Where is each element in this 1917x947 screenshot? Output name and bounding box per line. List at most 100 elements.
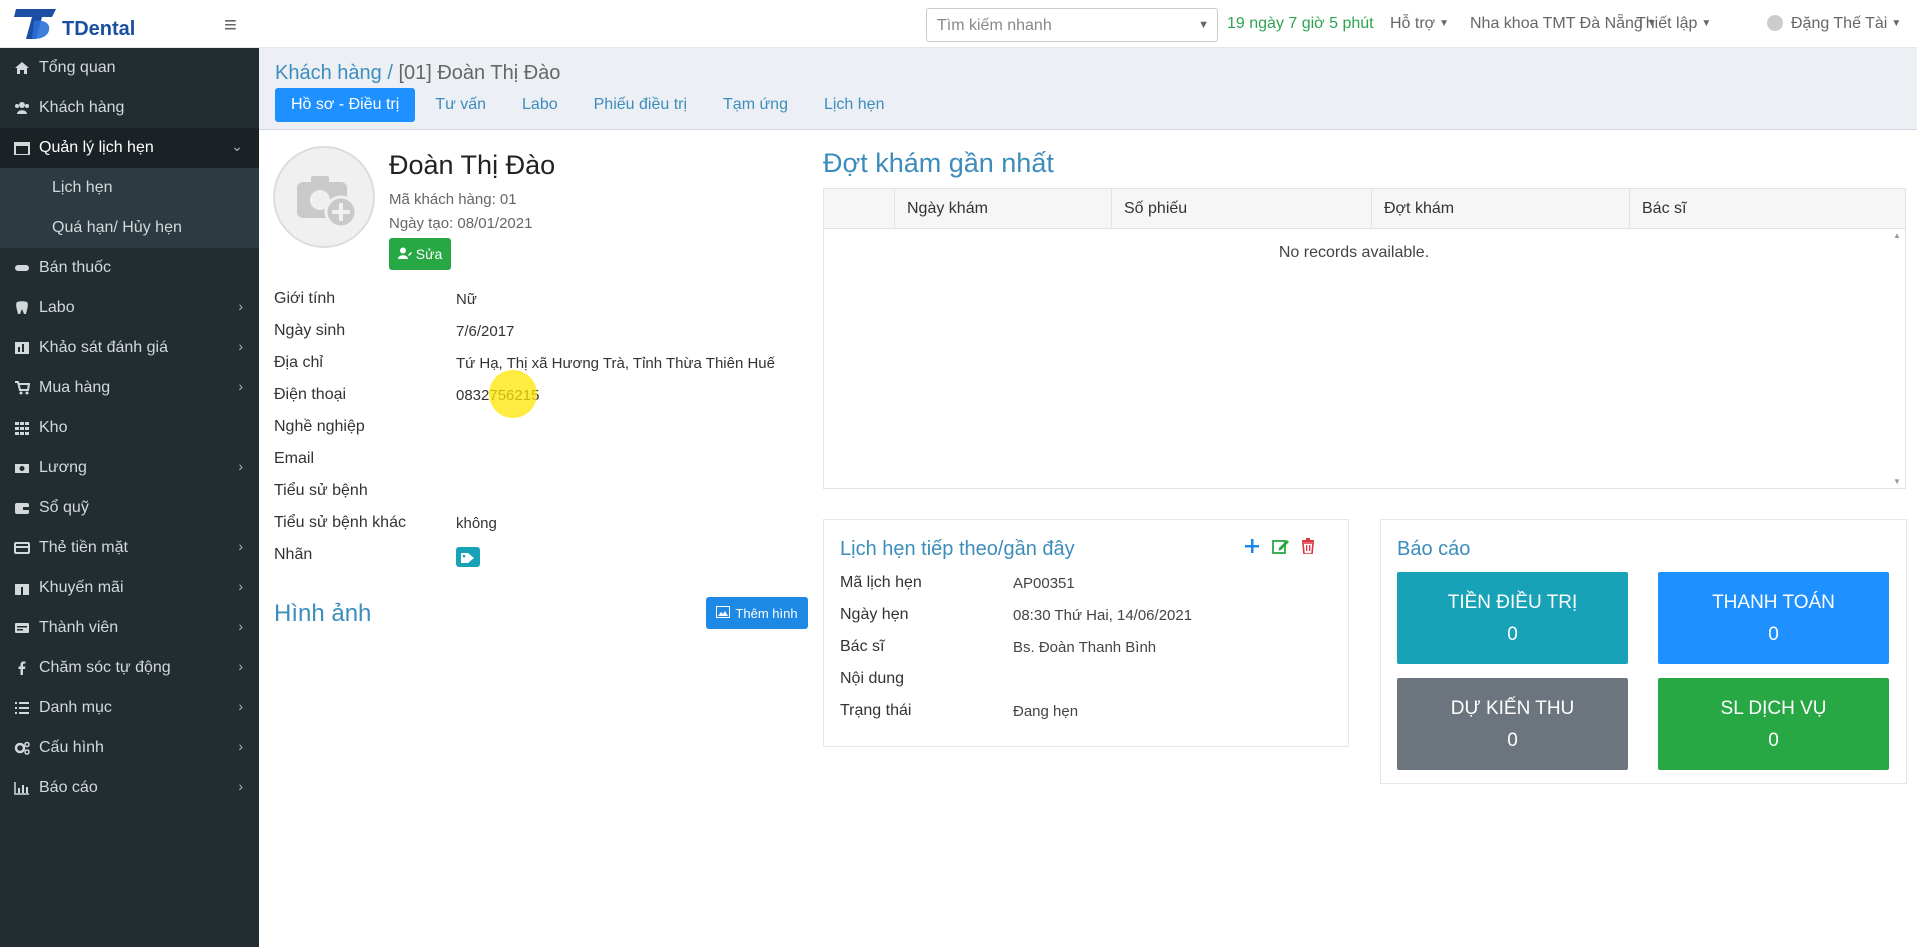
tag-button[interactable] [456,547,480,567]
tab-profile-treatment[interactable]: Hồ sơ - Điều trị [275,88,416,122]
sidebar-item-customers[interactable]: Khách hàng [0,88,259,128]
sidebar-item-dashboard[interactable]: Tổng quan [0,48,259,88]
field-label-address: Địa chỉ [274,354,323,371]
stat-card-treatment-amount[interactable]: TIỀN ĐIỀU TRỊ 0 [1397,572,1628,664]
sidebar-item-label: Lương [39,459,87,476]
stat-value: 0 [1768,624,1779,645]
brand-logo[interactable]: TDental [12,5,252,43]
stat-value: 0 [1507,730,1518,751]
sidebar-item-promotions[interactable]: Khuyến mãi › [0,568,259,608]
cogs-icon [14,741,30,755]
sidebar-item-purchasing[interactable]: Mua hàng › [0,368,259,408]
breadcrumb-customers-link[interactable]: Khách hàng / [275,62,393,84]
chevron-right-icon: › [238,658,243,674]
field-value-other-history: không [456,515,497,532]
sidebar-item-auto-care[interactable]: Chăm sóc tự động › [0,648,259,688]
sidebar-item-label: Sổ quỹ [39,499,89,516]
latest-visit-table: Ngày khám Số phiếu Đợt khám Bác sĩ No re… [823,188,1906,489]
sidebar-item-labo[interactable]: Labo › [0,288,259,328]
sidebar-item-cash-card[interactable]: Thẻ tiền mặt › [0,528,259,568]
field-label-other-history: Tiểu sử bệnh khác [274,514,406,531]
sidebar-item-catalog[interactable]: Danh mục › [0,688,259,728]
content-header: Khách hàng / [01] Đoàn Thị Đào Hồ sơ - Đ… [259,48,1917,130]
column-header-visit[interactable]: Đợt khám [1371,189,1629,229]
add-image-button[interactable]: Thêm hình [706,597,808,629]
card-icon [14,541,30,555]
delete-appointment-icon[interactable] [1301,538,1315,559]
chevron-right-icon: › [238,298,243,314]
sidebar-item-survey[interactable]: Khảo sát đánh giá › [0,328,259,368]
gift-icon [14,581,30,595]
chevron-right-icon: › [238,378,243,394]
tab-labo[interactable]: Labo [506,88,574,122]
sidebar-item-label: Khảo sát đánh giá [39,339,168,356]
user-name: Đặng Thế Tài [1791,15,1888,32]
sidebar-item-appointments[interactable]: Quản lý lịch hẹn ⌄ [0,128,259,168]
sidebar-submenu: Lịch hẹn Quá hạn/ Hủy hẹn [0,168,259,248]
sidebar-item-overdue-cancelled[interactable]: Quá hạn/ Hủy hẹn [0,208,259,248]
calendar-icon [14,141,30,156]
appointment-value-date: 08:30 Thứ Hai, 14/06/2021 [1013,607,1193,624]
quick-search-select[interactable]: Tìm kiếm nhanh ▼ [926,8,1218,42]
stat-card-expected-revenue[interactable]: DỰ KIẾN THU 0 [1397,678,1628,770]
tab-consulting[interactable]: Tư vấn [419,88,502,122]
add-appointment-icon[interactable] [1244,538,1260,559]
sidebar-item-warehouse[interactable]: Kho [0,408,259,448]
image-icon [716,605,731,621]
quick-search-placeholder: Tìm kiếm nhanh [937,17,1052,34]
breadcrumb-current: [01] Đoàn Thị Đào [398,62,561,84]
edit-customer-button[interactable]: Sửa [389,238,451,270]
wallet-icon [14,501,30,515]
table-scrollbar[interactable]: ▲ ▼ [1893,231,1903,486]
sidebar-item-members[interactable]: Thành viên › [0,608,259,648]
stat-card-service-count[interactable]: SL DỊCH VỤ 0 [1658,678,1889,770]
appointment-value-doctor: Bs. Đoàn Thanh Bình [1013,639,1157,656]
field-value-phone: 0832756215 [456,387,540,404]
tab-treatment-slips[interactable]: Phiếu điều trị [578,88,703,122]
sidebar-item-label: Kho [39,419,68,436]
support-menu[interactable]: Hỗ trợ ▼ [1390,15,1449,33]
sidebar-item-label: Quản lý lịch hẹn [39,139,154,156]
sidebar-item-label: Chăm sóc tự động [39,659,171,676]
caret-down-icon: ▼ [1701,18,1712,30]
tooth-icon [14,301,30,315]
report-panel-title: Báo cáo [1397,538,1471,560]
sidebar-item-label: Thành viên [39,619,119,636]
edit-appointment-icon[interactable] [1272,538,1290,559]
sidebar-item-pharmacy[interactable]: Bán thuốc [0,248,259,288]
sidebar-item-reports[interactable]: Báo cáo › [0,768,259,808]
stat-label: THANH TOÁN [1712,592,1835,613]
stat-value: 0 [1768,730,1779,751]
chevron-right-icon: › [238,778,243,794]
main-content: Khách hàng / [01] Đoàn Thị Đào Hồ sơ - Đ… [259,48,1917,947]
customer-avatar-upload[interactable] [273,146,375,248]
sidebar-item-schedule[interactable]: Lịch hẹn [0,168,259,208]
tab-advance-payment[interactable]: Tạm ứng [707,88,804,122]
caret-down-icon: ▼ [1891,18,1902,30]
branch-menu[interactable]: Nha khoa TMT Đà Nẵng ▼ [1470,15,1657,33]
field-value-gender: Nữ [456,291,477,308]
sidebar-item-salary[interactable]: Lương › [0,448,259,488]
column-header-doctor[interactable]: Bác sĩ [1629,189,1887,229]
settings-menu[interactable]: Thiết lập ▼ [1636,15,1711,33]
settings-menu-label: Thiết lập [1636,15,1698,32]
sidebar-item-cashbook[interactable]: Sổ quỹ [0,488,259,528]
sidebar-item-config[interactable]: Cấu hình › [0,728,259,768]
support-menu-label: Hỗ trợ [1390,15,1436,32]
appointment-value-code: AP00351 [1013,575,1075,592]
tab-appointments[interactable]: Lịch hẹn [808,88,901,122]
field-label-gender: Giới tính [274,290,336,307]
appointment-label-status: Trạng thái [840,702,912,719]
chart-icon [14,341,30,355]
sidebar-toggle-icon[interactable]: ≡ [224,12,237,38]
stat-label: SL DỊCH VỤ [1720,698,1827,719]
sidebar-item-label: Thẻ tiền mặt [39,539,128,556]
next-appointment-panel: Lịch hẹn tiếp theo/gần đây Mã lịch hẹn A… [823,519,1349,747]
stat-card-payment[interactable]: THANH TOÁN 0 [1658,572,1889,664]
column-header-visit-date[interactable]: Ngày khám [894,189,1111,229]
field-label-occupation: Nghề nghiệp [274,418,365,435]
user-menu[interactable]: Đặng Thế Tài ▼ [1767,15,1901,33]
column-header-slip-number[interactable]: Số phiếu [1111,189,1371,229]
stat-label: TIỀN ĐIỀU TRỊ [1447,592,1578,613]
edit-button-label: Sửa [415,246,443,262]
